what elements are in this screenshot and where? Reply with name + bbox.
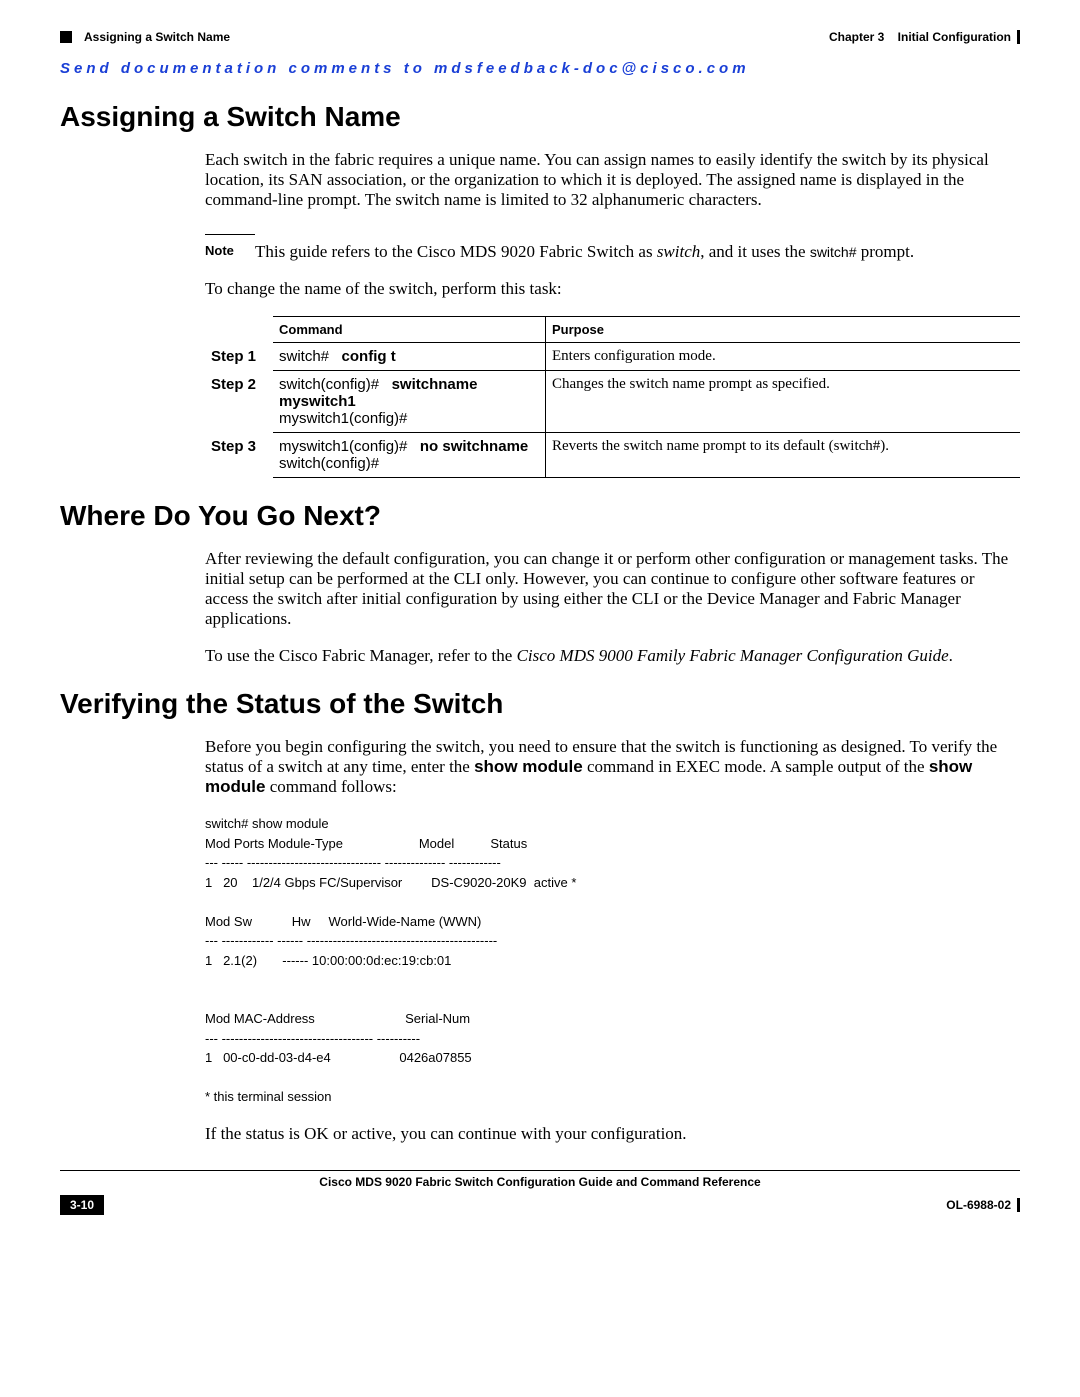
purpose-cell: Enters configuration mode. xyxy=(546,343,1021,371)
cmd-cell: switch(config)# switchname myswitch1 mys… xyxy=(273,371,546,433)
purpose-cell: Changes the switch name prompt as specif… xyxy=(546,371,1021,433)
table-row: Step 3 myswitch1(config)# no switchname … xyxy=(205,433,1020,478)
page-container: Assigning a Switch Name Chapter 3 Initia… xyxy=(0,0,1080,1235)
cmd-prompt: switch# xyxy=(279,348,329,365)
terminal-output: switch# show module Mod Ports Module-Typ… xyxy=(205,814,1020,1107)
col-purpose-header: Purpose xyxy=(546,317,1021,343)
verify-cmd1: show module xyxy=(474,757,583,776)
footer-doc-title: Cisco MDS 9020 Fabric Switch Configurati… xyxy=(60,1175,1020,1189)
step-label: Step 3 xyxy=(205,433,273,478)
note-text: This guide refers to the Cisco MDS 9020 … xyxy=(255,234,1020,262)
cmd-bold: config t xyxy=(342,348,396,365)
para2-pre: To use the Cisco Fabric Manager, refer t… xyxy=(205,646,517,665)
note-block: Note This guide refers to the Cisco MDS … xyxy=(205,234,1020,262)
command-table: Command Purpose Step 1 switch# config t … xyxy=(205,316,1020,478)
header-marker-icon xyxy=(60,31,72,43)
breadcrumb: Assigning a Switch Name xyxy=(84,30,230,44)
heading-where-next: Where Do You Go Next? xyxy=(60,500,1020,532)
footer-row: 3-10 OL-6988-02 xyxy=(60,1195,1020,1215)
cmd-line2: myswitch1(config)# xyxy=(279,410,407,427)
para2-post: . xyxy=(949,646,953,665)
header-right: Chapter 3 Initial Configuration xyxy=(829,30,1020,44)
verify-closing: If the status is OK or active, you can c… xyxy=(205,1124,1020,1144)
page-number: 3-10 xyxy=(60,1195,104,1215)
feedback-email-line: Send documentation comments to mdsfeedba… xyxy=(60,60,1020,77)
where-next-body: After reviewing the default configuratio… xyxy=(205,549,1020,666)
col-command-header: Command xyxy=(273,317,546,343)
note-post: prompt. xyxy=(857,242,915,261)
cmd-prompt: switch(config)# xyxy=(279,376,379,393)
verify-intro-post: command follows: xyxy=(265,777,396,796)
cmd-cell: myswitch1(config)# no switchname switch(… xyxy=(273,433,546,478)
cmd-prompt: myswitch1(config)# xyxy=(279,438,407,455)
verify-intro-mid: command in EXEC mode. A sample output of… xyxy=(583,757,929,776)
note-pre: This guide refers to the Cisco MDS 9020 … xyxy=(255,242,657,261)
note-switch-italic: switch xyxy=(657,242,700,261)
table-row: Step 2 switch(config)# switchname myswit… xyxy=(205,371,1020,433)
page-header: Assigning a Switch Name Chapter 3 Initia… xyxy=(60,30,1020,44)
doc-id: OL-6988-02 xyxy=(946,1198,1020,1212)
where-next-para1: After reviewing the default configuratio… xyxy=(205,549,1020,629)
purpose-cell: Reverts the switch name prompt to its de… xyxy=(546,433,1021,478)
verify-intro: Before you begin configuring the switch,… xyxy=(205,737,1020,797)
chapter-number: Chapter 3 xyxy=(829,30,884,44)
table-row: Step 1 switch# config t Enters configura… xyxy=(205,343,1020,371)
note-prompt: switch# xyxy=(810,244,857,260)
heading-assigning: Assigning a Switch Name xyxy=(60,101,1020,133)
step-label: Step 1 xyxy=(205,343,273,371)
note-mid: , and it uses the xyxy=(700,242,810,261)
verify-body: Before you begin configuring the switch,… xyxy=(205,737,1020,1144)
footer-rule xyxy=(60,1170,1020,1171)
cmd-cell: switch# config t xyxy=(273,343,546,371)
cmd-bold: no switchname xyxy=(420,438,528,455)
assigning-intro: Each switch in the fabric requires a uni… xyxy=(205,150,1020,210)
chapter-title: Initial Configuration xyxy=(898,30,1011,44)
col-step-header xyxy=(205,317,273,343)
assigning-body: Each switch in the fabric requires a uni… xyxy=(205,150,1020,478)
para2-italic: Cisco MDS 9000 Family Fabric Manager Con… xyxy=(517,646,949,665)
header-left: Assigning a Switch Name xyxy=(60,30,230,44)
where-next-para2: To use the Cisco Fabric Manager, refer t… xyxy=(205,646,1020,666)
task-intro: To change the name of the switch, perfor… xyxy=(205,279,1020,299)
step-label: Step 2 xyxy=(205,371,273,433)
cmd-line2: switch(config)# xyxy=(279,455,379,472)
note-label: Note xyxy=(205,234,255,262)
heading-verify: Verifying the Status of the Switch xyxy=(60,688,1020,720)
